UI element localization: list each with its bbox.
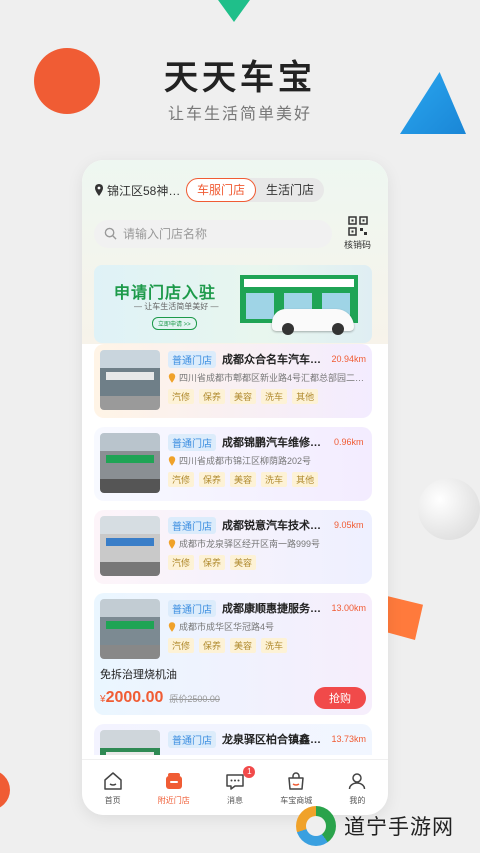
service-tag: 美容 <box>230 555 257 570</box>
store-address: 成都市龙泉驿区经开区南一路999号 <box>179 539 321 549</box>
store-name: 成都康顺惠捷服务有… <box>222 603 328 615</box>
store-distance: 13.00km <box>331 603 366 613</box>
tab-label: 首页 <box>104 795 121 805</box>
tab-label: 我的 <box>349 795 366 805</box>
service-tag: 其他 <box>292 472 319 487</box>
store-name: 龙泉驿区柏合镇鑫龙… <box>222 734 328 746</box>
store-card[interactable]: 普通门店 龙泉驿区柏合镇鑫龙… 13.73km <box>94 724 372 755</box>
store-photo <box>100 730 160 755</box>
search-icon <box>104 227 117 240</box>
store-card[interactable]: 普通门店 成都众合名车汽车服… 20.94km 四川省成都市郫都区新业路4号汇都总部… <box>94 344 372 418</box>
tab-label: 消息 <box>227 795 243 805</box>
location-label[interactable]: 锦江区58神… <box>107 182 182 199</box>
tab-nearby-stores[interactable]: 附近门店 <box>143 760 204 815</box>
join-banner[interactable]: 申请门店入驻 — 让车生活简单美好 — 立即申请 >> <box>94 265 372 343</box>
store-type-badge: 普通门店 <box>168 730 216 748</box>
store-photo <box>100 350 160 410</box>
service-tag: 保养 <box>199 389 226 404</box>
service-tag: 洗车 <box>261 389 288 404</box>
tab-home[interactable]: 首页 <box>82 760 143 815</box>
location-pin-icon <box>168 538 176 549</box>
store-photo <box>100 433 160 493</box>
watermark-logo-icon <box>296 806 336 846</box>
store-list: 普通门店 成都众合名车汽车服… 20.94km 四川省成都市郫都区新业路4号汇都总部… <box>82 344 388 755</box>
store-icon <box>165 772 182 789</box>
decor-orange-polygon <box>383 596 423 640</box>
store-name: 成都锦鹏汽车维修服… <box>222 437 330 449</box>
service-tag: 美容 <box>230 472 257 487</box>
location-pin-icon <box>168 455 176 466</box>
qr-code-button[interactable]: 核销码 <box>344 216 371 251</box>
banner-car-image <box>272 309 354 335</box>
hero-title: 天天车宝 <box>164 59 316 97</box>
unread-badge: 1 <box>243 766 256 778</box>
store-name: 成都锐意汽车技术服… <box>222 520 330 532</box>
service-tag: 洗车 <box>261 638 288 653</box>
location-pin-icon <box>168 372 176 383</box>
phone-screen: 锦江区58神… 车服门店 生活门店 核销码 申请门店入驻 <box>82 160 388 815</box>
promo-name: 免拆治理烧机油 <box>100 668 177 681</box>
search-bar <box>94 219 332 248</box>
service-tag: 汽修 <box>168 472 195 487</box>
user-icon <box>349 772 366 789</box>
store-address: 四川省成都市锦江区柳荫路202号 <box>179 456 312 466</box>
service-tag: 汽修 <box>168 555 195 570</box>
service-tag: 保养 <box>199 555 226 570</box>
store-card[interactable]: 普通门店 成都锦鹏汽车维修服… 0.96km 四川省成都市锦江区柳荫路202号 汽修… <box>94 427 372 501</box>
promo-original-price: 原价2500.00 <box>169 693 220 704</box>
banner-title: 申请门店入驻 <box>114 285 217 302</box>
service-tag: 洗车 <box>261 472 288 487</box>
decor-orange-semicircle <box>0 770 10 810</box>
service-tag: 汽修 <box>168 638 195 653</box>
store-photo <box>100 599 160 659</box>
store-type-badge: 普通门店 <box>168 350 216 368</box>
tab-label: 附近门店 <box>157 795 190 805</box>
store-distance: 0.96km <box>334 437 364 447</box>
service-tag: 美容 <box>230 638 257 653</box>
watermark: 道宁手游网 <box>296 806 454 846</box>
store-distance: 20.94km <box>331 354 366 364</box>
store-card[interactable]: 普通门店 成都锐意汽车技术服… 9.05km 成都市龙泉驿区经开区南一路999号 汽… <box>94 510 372 584</box>
tab-messages[interactable]: 1 消息 <box>204 760 265 815</box>
service-tag: 其他 <box>292 389 319 404</box>
store-address: 四川省成都市郫都区新业路4号汇都总部园二… <box>179 373 365 383</box>
qr-code-label: 核销码 <box>344 240 372 250</box>
search-input[interactable] <box>123 226 323 241</box>
buy-now-button[interactable]: 抢购 <box>314 686 366 709</box>
decor-green-triangle <box>205 0 263 22</box>
location-pin-icon <box>168 621 176 632</box>
store-distance: 9.05km <box>334 520 364 530</box>
service-tag: 保养 <box>199 472 226 487</box>
hero-subtitle: 让车生活简单美好 <box>167 106 312 123</box>
store-distance: 13.73km <box>331 734 366 744</box>
tab-life-stores[interactable]: 生活门店 <box>256 178 324 202</box>
tab-car-service-stores[interactable]: 车服门店 <box>186 178 257 202</box>
store-photo <box>100 516 160 576</box>
banner-subtitle: — 让车生活简单美好 — <box>134 302 219 311</box>
tab-label: 车宝商城 <box>280 795 313 805</box>
service-tag: 美容 <box>230 389 257 404</box>
header: 锦江区58神… 车服门店 生活门店 核销码 申请门店入驻 <box>82 160 388 344</box>
watermark-text: 道宁手游网 <box>344 816 454 839</box>
location-pin-icon <box>95 184 103 196</box>
store-type-badge: 普通门店 <box>168 516 216 534</box>
promo-price: 2000.00 <box>105 688 164 706</box>
store-name: 成都众合名车汽车服… <box>222 354 328 366</box>
banner-apply-button[interactable]: 立即申请 >> <box>152 317 197 330</box>
store-address: 成都市成华区华冠路4号 <box>179 622 275 632</box>
store-type-switch: 车服门店 生活门店 <box>186 178 325 202</box>
decor-white-ball <box>418 478 480 540</box>
qr-code-icon <box>347 216 368 236</box>
service-tag: 汽修 <box>168 389 195 404</box>
shop-bag-icon <box>288 771 304 790</box>
store-type-badge: 普通门店 <box>168 599 216 617</box>
store-card[interactable]: 普通门店 成都康顺惠捷服务有… 13.00km 成都市成华区华冠路4号 汽修 保养 美容… <box>94 593 372 715</box>
service-tag: 保养 <box>199 638 226 653</box>
home-icon <box>103 771 122 790</box>
store-type-badge: 普通门店 <box>168 433 216 451</box>
